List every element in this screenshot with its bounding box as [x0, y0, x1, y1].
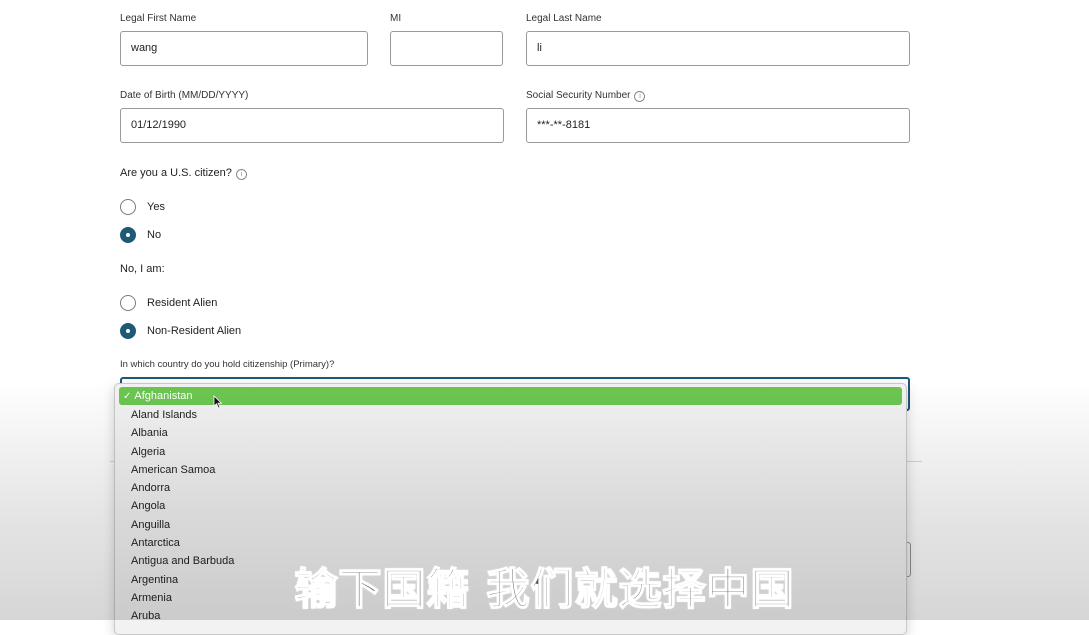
- alien-option-non-resident[interactable]: Non-Resident Alien: [120, 323, 241, 339]
- country-option[interactable]: Andorra: [115, 479, 906, 497]
- dob-label: Date of Birth (MM/DD/YYYY): [120, 90, 249, 101]
- country-option[interactable]: Albania: [115, 424, 906, 442]
- country-option[interactable]: Argentina: [115, 571, 906, 589]
- country-option[interactable]: Angola: [115, 497, 906, 515]
- radio-resident-alien-label: Resident Alien: [147, 297, 218, 309]
- country-option[interactable]: Anguilla: [115, 516, 906, 534]
- radio-no[interactable]: [120, 227, 136, 243]
- first-name-input[interactable]: wang: [120, 31, 368, 66]
- country-option[interactable]: Algeria: [115, 443, 906, 461]
- radio-resident-alien[interactable]: [120, 295, 136, 311]
- country-option[interactable]: Armenia: [115, 589, 906, 607]
- first-name-label: Legal First Name: [120, 13, 197, 24]
- dob-input[interactable]: 01/12/1990: [120, 108, 504, 143]
- citizen-question: Are you a U.S. citizen? i: [120, 167, 247, 180]
- country-option[interactable]: Aruba: [115, 607, 906, 625]
- mouse-cursor-icon: [213, 395, 223, 409]
- checkmark-icon: ✓: [123, 391, 132, 402]
- radio-non-resident-alien[interactable]: [120, 323, 136, 339]
- ssn-label-text: Social Security Number: [526, 90, 631, 101]
- citizen-option-no[interactable]: No: [120, 227, 161, 243]
- ssn-input[interactable]: ***-**-8181: [526, 108, 910, 143]
- country-option[interactable]: Antigua and Barbuda: [115, 552, 906, 570]
- alien-option-resident[interactable]: Resident Alien: [120, 295, 217, 311]
- radio-yes-label: Yes: [147, 201, 165, 213]
- citizen-option-yes[interactable]: Yes: [120, 199, 165, 215]
- info-icon[interactable]: i: [235, 169, 247, 180]
- country-option-selected[interactable]: ✓ Afghanistan: [119, 387, 902, 405]
- radio-non-resident-alien-label: Non-Resident Alien: [147, 325, 242, 337]
- alien-question: No, I am:: [120, 263, 165, 275]
- country-option[interactable]: American Samoa: [115, 461, 906, 479]
- radio-no-label: No: [147, 229, 162, 241]
- citizen-question-text: Are you a U.S. citizen?: [120, 167, 232, 179]
- country-option-label: Afghanistan: [134, 390, 193, 402]
- last-name-input[interactable]: li: [526, 31, 910, 66]
- middle-initial-label: MI: [390, 13, 402, 24]
- last-name-label: Legal Last Name: [526, 13, 602, 24]
- middle-initial-input[interactable]: [390, 31, 503, 66]
- country-dropdown-list[interactable]: ✓ Afghanistan Aland Islands Albania Alger…: [114, 383, 907, 635]
- country-option[interactable]: Antarctica: [115, 534, 906, 552]
- country-question: In which country do you hold citizenship…: [120, 359, 335, 370]
- country-option[interactable]: Aland Islands: [115, 406, 906, 424]
- radio-yes[interactable]: [120, 199, 136, 215]
- ssn-label: Social Security Number i: [526, 90, 646, 102]
- info-icon[interactable]: i: [634, 91, 646, 102]
